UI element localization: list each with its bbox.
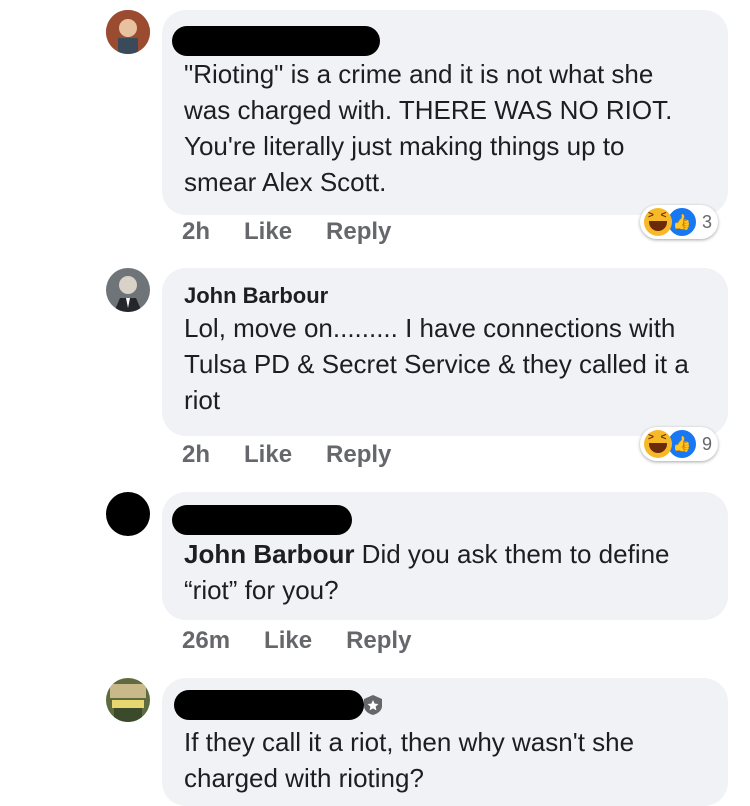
like-button[interactable]: Like <box>264 627 312 655</box>
comment-text: Lol, move on......... I have connections… <box>184 313 689 415</box>
reply-button[interactable]: Reply <box>326 441 391 469</box>
redacted-author-name <box>174 690 364 720</box>
comment-actions: 2h Like Reply <box>182 441 391 469</box>
haha-reaction-icon <box>644 430 672 458</box>
comment-text: John Barbour Did you ask them to define … <box>184 536 694 608</box>
comment-text: "Rioting" is a crime and it is not what … <box>184 59 673 197</box>
avatar[interactable] <box>106 268 150 312</box>
avatar[interactable] <box>106 678 150 722</box>
redacted-author-name <box>172 505 352 535</box>
reactions-summary[interactable]: 👍 3 <box>640 205 719 239</box>
timestamp[interactable]: 2h <box>182 441 210 469</box>
haha-reaction-icon <box>644 208 672 236</box>
reaction-count: 3 <box>702 211 713 232</box>
reply-button[interactable]: Reply <box>346 627 411 655</box>
avatar[interactable] <box>106 10 150 54</box>
avatar[interactable] <box>106 492 150 536</box>
mention-link[interactable]: John Barbour <box>184 539 354 569</box>
comment-bubble: John Barbour Lol, move on......... I hav… <box>162 268 728 436</box>
timestamp[interactable]: 26m <box>182 627 230 655</box>
comment-author[interactable]: John Barbour <box>184 282 706 310</box>
comment-text: If they call it a riot, then why wasn't … <box>184 727 635 793</box>
reaction-count: 9 <box>702 433 713 454</box>
reply-button[interactable]: Reply <box>326 218 391 246</box>
comment-actions: 26m Like Reply <box>182 627 411 655</box>
like-button[interactable]: Like <box>244 218 292 246</box>
reactions-summary[interactable]: 👍 9 <box>640 427 719 461</box>
like-button[interactable]: Like <box>244 441 292 469</box>
moderator-badge-icon <box>364 695 382 715</box>
redacted-author-name <box>172 26 380 56</box>
comment-actions: 2h Like Reply <box>182 218 391 246</box>
timestamp[interactable]: 2h <box>182 218 210 246</box>
